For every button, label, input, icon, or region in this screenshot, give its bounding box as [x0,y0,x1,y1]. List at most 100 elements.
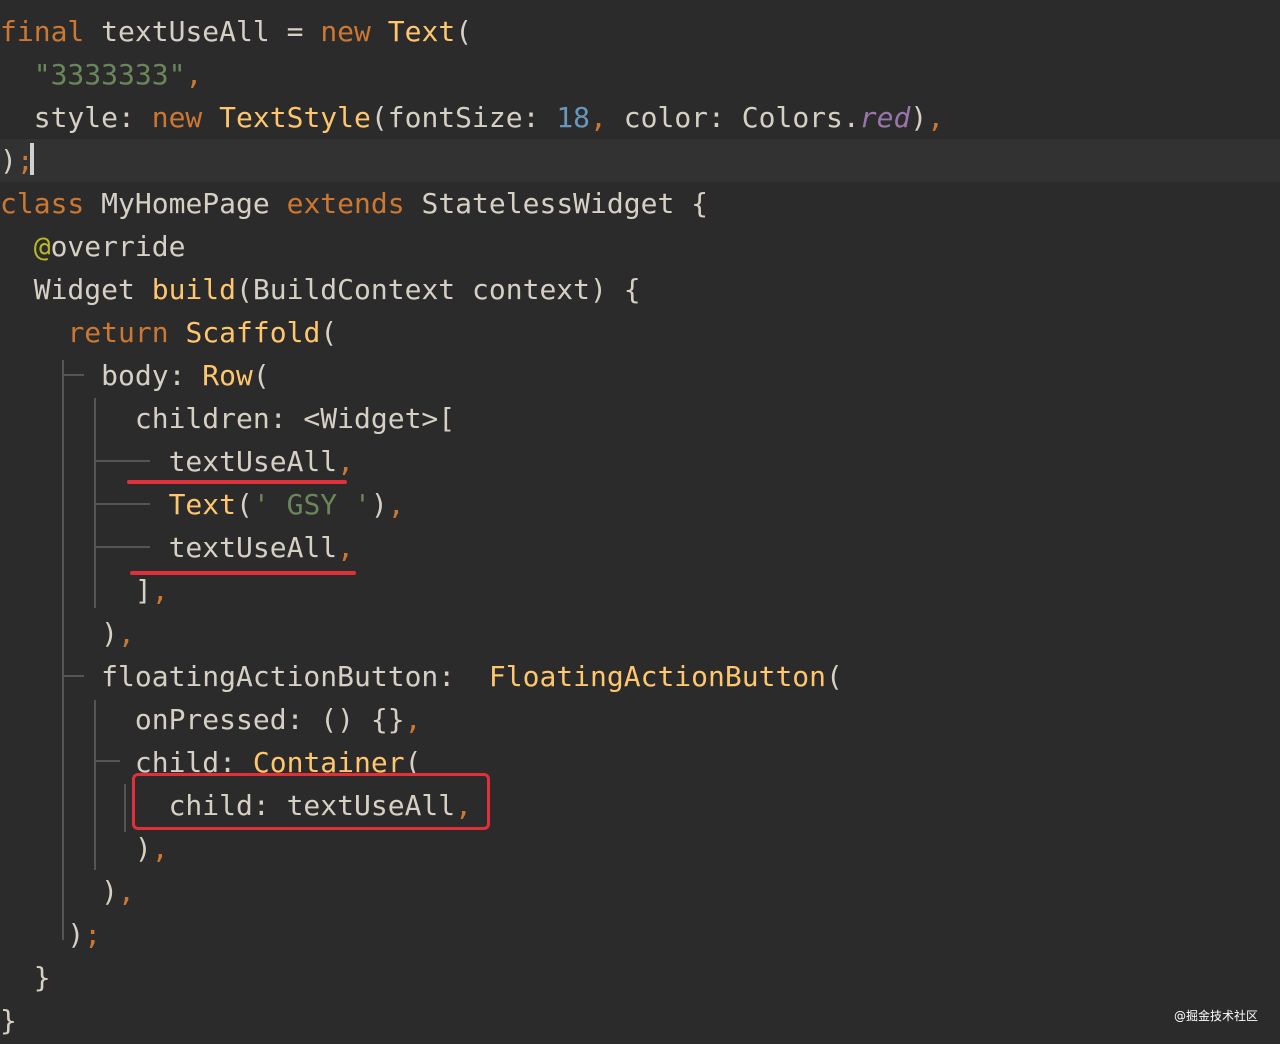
code-line[interactable]: "3333333", [0,53,1280,96]
indent-guide [94,460,150,462]
code-token: } [0,961,51,994]
code-line[interactable]: ], [0,569,1280,612]
indent-guide [94,760,120,762]
code-token: ) [0,617,119,650]
code-editor[interactable]: final textUseAll = new Text( "3333333", … [0,0,1280,1044]
code-token: , [590,101,607,134]
highlight-underline [130,571,356,575]
indent-guide [94,546,150,548]
code-line[interactable]: final textUseAll = new Text( [0,10,1280,53]
code-token: ( [455,15,473,48]
code-token: override [50,230,186,263]
code-line[interactable]: style: new TextStyle(fontSize: 18, color… [0,96,1280,139]
code-token: Text [387,15,456,48]
code-token: final [0,15,85,48]
code-token: , [337,445,355,478]
text-caret [30,143,34,175]
code-token: Widget [0,273,152,306]
indent-guide [62,675,84,677]
code-token: build [151,273,237,306]
code-token: class [0,187,85,220]
code-token: FloatingActionButton [488,660,827,693]
code-token: ] [0,574,152,607]
code-token: Scaffold [185,316,321,349]
code-token: , [118,875,135,908]
code-token: ) [0,144,17,177]
code-token: return [67,316,169,349]
code-line[interactable]: return Scaffold( [0,311,1280,354]
code-token: , [404,703,422,736]
code-line[interactable]: Text(' GSY '), [0,483,1280,526]
code-token: children: <Widget>[ [0,402,456,435]
code-line[interactable]: class MyHomePage extends StatelessWidget… [0,182,1280,225]
code-token: 18 [556,101,591,134]
code-token: MyHomePage [84,187,287,220]
code-token: textUseAll = [84,15,321,48]
code-token: ) [0,918,85,951]
code-line[interactable]: onPressed: () {}, [0,698,1280,741]
code-token: , [185,58,203,91]
code-token: color: Colors. [606,101,860,134]
highlight-underline [127,480,347,484]
code-token: , [118,617,135,650]
code-token: Text [168,488,237,521]
code-token: textUseAll [0,445,338,478]
code-line[interactable]: ), [0,827,1280,870]
code-token: ( [826,660,843,693]
code-token: onPressed: () {} [0,703,405,736]
code-token: style: [0,101,152,134]
code-token: (fontSize: [370,101,557,134]
indent-guide [62,360,64,940]
code-token: ) [910,101,928,134]
code-token: , [927,101,945,134]
code-token: ) [0,832,152,865]
code-token: (BuildContext context) { [236,273,641,306]
code-token: ( [236,488,253,521]
code-token: , [151,574,169,607]
code-token: , [387,488,405,521]
code-token: ) [0,875,119,908]
code-token: } [0,1004,17,1037]
code-token: new [320,15,371,48]
watermark: @掘金技术社区 [1173,1009,1258,1023]
code-token: ( [320,316,338,349]
code-token: @ [33,230,51,263]
code-token: ) [370,488,388,521]
code-line[interactable]: @override [0,225,1280,268]
code-line[interactable]: children: <Widget>[ [0,397,1280,440]
code-token: textUseAll [0,531,338,564]
indent-guide [94,700,96,870]
code-token: "3333333" [33,58,186,91]
code-token: extends [286,187,405,220]
code-token: ( [252,359,270,392]
indent-guide [62,374,84,376]
code-token: ' GSY ' [252,488,371,521]
code-token: body: [0,359,203,392]
indent-guide [94,503,150,505]
code-line[interactable]: textUseAll, [0,440,1280,483]
code-token: StatelessWidget { [404,187,709,220]
code-line[interactable]: } [0,956,1280,999]
code-line[interactable]: } [0,999,1280,1042]
code-line[interactable]: ), [0,612,1280,655]
code-line[interactable]: ); [0,913,1280,956]
code-line[interactable]: textUseAll, [0,526,1280,569]
code-token: ; [84,918,102,951]
code-line[interactable]: Widget build(BuildContext context) { [0,268,1280,311]
code-line[interactable]: body: Row( [0,354,1280,397]
highlight-box [132,773,490,830]
code-line[interactable]: ); [0,139,1280,182]
code-line[interactable]: floatingActionButton: FloatingActionButt… [0,655,1280,698]
code-line[interactable]: ), [0,870,1280,913]
code-token: , [151,832,169,865]
code-token: TextStyle [219,101,371,134]
code-token: new [151,101,203,134]
code-token: Row [202,359,253,392]
code-token: , [337,531,355,564]
